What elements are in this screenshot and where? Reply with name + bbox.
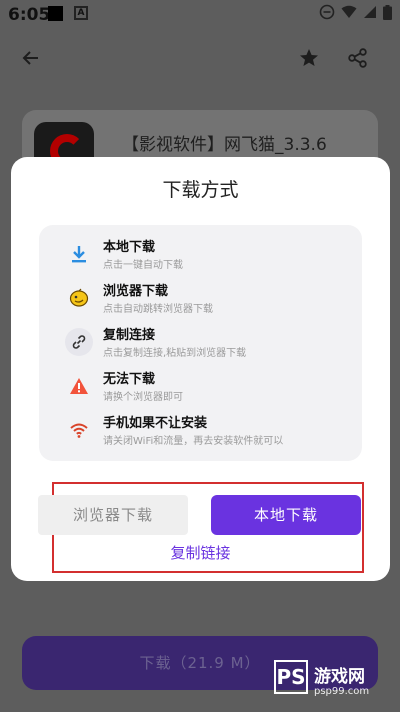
browser-download-button[interactable]: 浏览器下载 bbox=[38, 495, 188, 535]
arrow-left-icon bbox=[22, 51, 38, 65]
signal-icon bbox=[364, 6, 376, 18]
local-download-button[interactable]: 本地下载 bbox=[211, 495, 361, 535]
link-icon bbox=[65, 328, 93, 356]
share-icon bbox=[348, 48, 367, 68]
browser-icon bbox=[65, 284, 93, 312]
watermark-url: psp99.com bbox=[314, 686, 370, 697]
watermark-brand: 游戏网 bbox=[314, 667, 365, 687]
wifi-icon bbox=[65, 416, 93, 444]
watermark: PS 游戏网 psp99.com bbox=[274, 660, 394, 704]
dnd-icon bbox=[319, 4, 335, 20]
back-button[interactable] bbox=[18, 45, 44, 71]
option-title: 手机如果不让安装 bbox=[103, 416, 208, 431]
share-button[interactable] bbox=[345, 45, 371, 71]
option-browser-download[interactable]: 浏览器下载 点击自动跳转浏览器下载 bbox=[39, 277, 362, 321]
option-local-download[interactable]: 本地下载 点击一键自动下载 bbox=[39, 233, 362, 277]
status-bar: 6:05 A bbox=[0, 0, 400, 28]
app-title: 【影视软件】网飞猫_3.3.6 bbox=[122, 135, 327, 155]
option-subtitle: 请关闭WiFi和流量，再去安装软件就可以 bbox=[103, 436, 284, 447]
option-cannot-download[interactable]: 无法下载 请换个浏览器即可 bbox=[39, 365, 362, 409]
watermark-logo: PS bbox=[274, 660, 308, 694]
notification-icon bbox=[48, 6, 63, 21]
wifi-status-icon bbox=[341, 5, 357, 18]
dialog-title: 下载方式 bbox=[162, 179, 239, 201]
option-subtitle: 请换个浏览器即可 bbox=[103, 392, 183, 403]
status-time: 6:05 bbox=[8, 5, 51, 25]
option-title: 浏览器下载 bbox=[103, 284, 169, 299]
notification-a-icon: A bbox=[74, 6, 88, 20]
app-bar bbox=[0, 28, 400, 88]
download-options-list: 本地下载 点击一键自动下载 浏览器下载 点击自动跳转浏览器下载 复制连接 点击复… bbox=[39, 225, 362, 461]
option-title: 本地下载 bbox=[103, 240, 156, 255]
star-icon bbox=[300, 49, 318, 66]
option-copy-link[interactable]: 复制连接 点击复制连接,粘贴到浏览器下载 bbox=[39, 321, 362, 365]
copy-link-button[interactable]: 复制链接 bbox=[11, 542, 390, 563]
option-title: 复制连接 bbox=[103, 328, 156, 343]
option-subtitle: 点击一键自动下载 bbox=[103, 260, 183, 271]
download-icon bbox=[65, 240, 93, 268]
favorite-button[interactable] bbox=[296, 45, 322, 71]
warning-icon bbox=[65, 372, 93, 400]
option-title: 无法下载 bbox=[103, 372, 156, 387]
option-subtitle: 点击自动跳转浏览器下载 bbox=[103, 304, 213, 315]
battery-icon bbox=[383, 4, 392, 20]
option-subtitle: 点击复制连接,粘贴到浏览器下载 bbox=[103, 348, 247, 359]
option-install-blocked[interactable]: 手机如果不让安装 请关闭WiFi和流量，再去安装软件就可以 bbox=[39, 409, 362, 453]
download-method-dialog: 下载方式 本地下载 点击一键自动下载 浏览器下载 点击自动跳转浏览器下载 复制连… bbox=[11, 157, 390, 581]
